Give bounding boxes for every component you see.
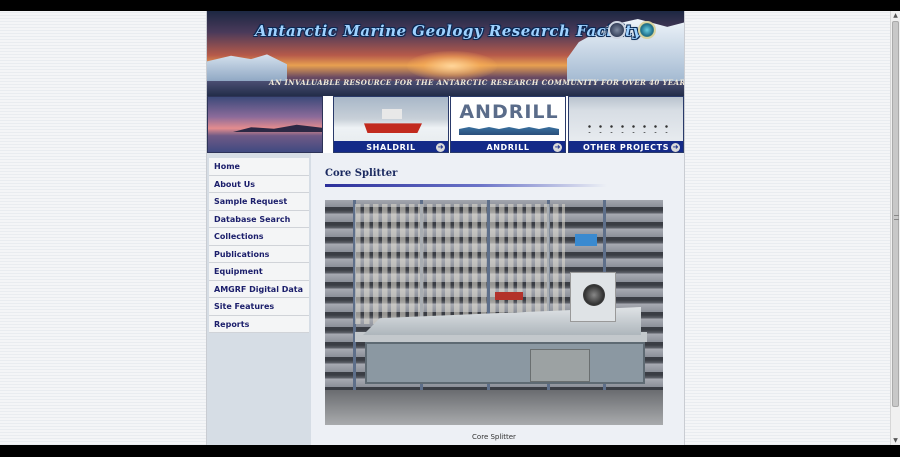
tile-shaldril-label: SHALDRIL (334, 141, 448, 152)
tile-shaldril-image (334, 97, 448, 141)
nav-menu: Home About Us Sample Request Database Se… (209, 158, 309, 333)
scroll-thumb[interactable] (892, 21, 899, 407)
nav-item-about-us[interactable]: About Us (209, 175, 309, 193)
blue-container (575, 234, 597, 246)
tile-shaldril[interactable]: SHALDRIL ➜ (333, 96, 449, 153)
site-title: Antarctic Marine Geology Research Facili… (255, 22, 642, 40)
browser-top-bar (0, 0, 900, 11)
page-title: Core Splitter (325, 168, 398, 179)
page-container: Antarctic Marine Geology Research Facili… (206, 11, 685, 445)
nav-item-reports[interactable]: Reports (209, 315, 309, 333)
arrow-right-circle-icon: ➜ (436, 143, 445, 152)
tile-other-projects-label: OTHER PROJECTS (569, 141, 683, 152)
nav-item-publications[interactable]: Publications (209, 245, 309, 263)
tile-andrill[interactable]: ANDRILL ANDRILL ➜ (450, 96, 566, 153)
splitter-panel (530, 349, 590, 382)
main-content: Core Splitter Core Splitter (311, 153, 684, 445)
title-underline (325, 184, 607, 187)
ship-superstructure (382, 109, 402, 119)
scroll-up-arrow-icon[interactable]: ▲ (891, 11, 900, 20)
photo-caption: Core Splitter (472, 433, 516, 441)
tile-other-projects[interactable]: OTHER PROJECTS ➜ (568, 96, 684, 153)
scroll-down-arrow-icon[interactable]: ▼ (891, 436, 900, 445)
sidebar: Home About Us Sample Request Database Se… (207, 153, 311, 445)
tile-sunset-image (208, 97, 322, 152)
browser-bottom-bar (0, 445, 900, 457)
core-boxes (355, 204, 565, 324)
iceberg-left (207, 54, 287, 81)
splitter-frame (365, 342, 645, 384)
tile-andrill-logo: ANDRILL (451, 97, 565, 141)
nav-item-site-features[interactable]: Site Features (209, 298, 309, 316)
seal-logo-icon (608, 21, 626, 39)
tile-other-projects-image (569, 97, 683, 141)
nav-item-equipment[interactable]: Equipment (209, 263, 309, 281)
site-tagline: AN INVALUABLE RESOURCE FOR THE ANTARCTIC… (269, 78, 685, 87)
andrill-wave-icon (459, 127, 559, 135)
tile-andrill-label: ANDRILL (451, 141, 565, 152)
fan-icon (583, 284, 605, 306)
project-tiles: SHALDRIL ➜ ANDRILL ANDRILL ➜ OTHER PROJE… (207, 96, 684, 153)
warehouse-floor (325, 390, 663, 425)
arrow-right-circle-icon: ➜ (553, 143, 562, 152)
nav-item-sample-request[interactable]: Sample Request (209, 193, 309, 211)
nav-item-home[interactable]: Home (209, 158, 309, 176)
andrill-logo-text: ANDRILL (459, 101, 559, 123)
site-banner[interactable]: Antarctic Marine Geology Research Facili… (207, 11, 685, 96)
sunset-glow (407, 51, 497, 81)
core-splitter-photo (325, 200, 663, 425)
vertical-scrollbar[interactable]: ▲ ▼ (890, 11, 900, 445)
arrow-right-circle-icon: ➜ (671, 143, 680, 152)
nsf-logo-icon (638, 21, 656, 39)
ship-hull (364, 123, 422, 133)
nav-item-database-search[interactable]: Database Search (209, 210, 309, 228)
red-container (495, 292, 523, 300)
tile-antarctic-sunset[interactable] (207, 96, 323, 153)
nav-item-digital-data[interactable]: AMGRF Digital Data (209, 280, 309, 298)
nav-item-collections[interactable]: Collections (209, 228, 309, 246)
